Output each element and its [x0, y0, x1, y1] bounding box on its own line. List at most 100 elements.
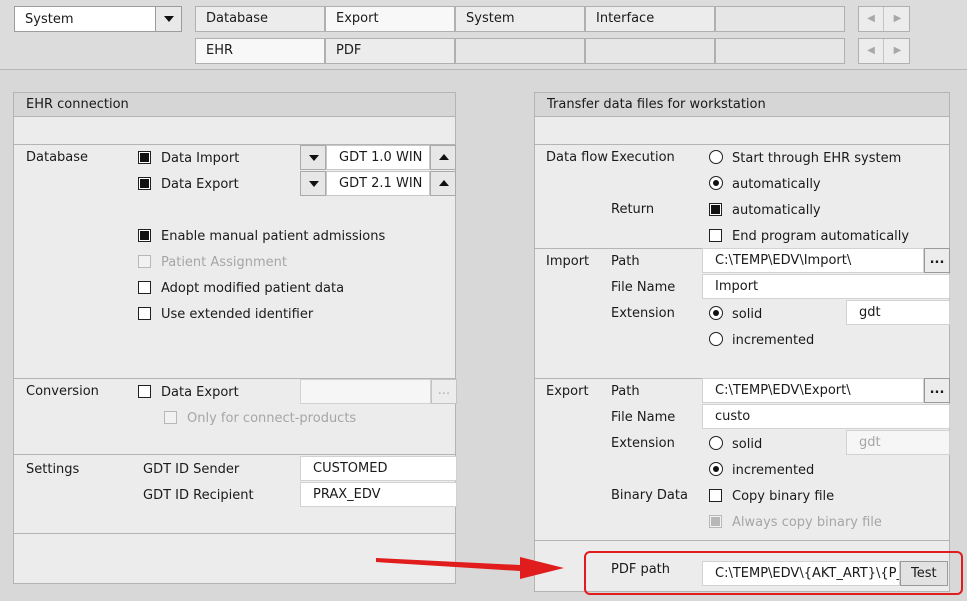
conversion-data-export-checkbox[interactable] — [138, 385, 151, 398]
import-file-name-label: File Name — [611, 280, 676, 295]
enable-manual-label: Enable manual patient admissions — [161, 229, 386, 244]
import-browse-button[interactable]: ... — [924, 248, 950, 273]
ehr-connection-panel: EHR connection Database Data Import GDT … — [13, 92, 457, 584]
use-extended-label: Use extended identifier — [161, 307, 314, 322]
chevron-up-icon — [439, 154, 449, 160]
system-select-dropdown-button[interactable] — [155, 7, 181, 31]
only-connect-checkbox[interactable] — [164, 411, 177, 424]
chevron-down-icon — [309, 155, 319, 161]
panel-title: Transfer data files for workstation — [535, 93, 949, 117]
data-import-format-field[interactable]: GDT 1.0 WIN — [326, 145, 430, 170]
import-path-field[interactable]: C:\TEMP\EDV\Import\ — [702, 248, 924, 273]
copy-binary-label: Copy binary file — [732, 489, 835, 504]
end-program-label: End program automatically — [732, 229, 910, 244]
patient-assignment-checkbox[interactable] — [138, 255, 151, 268]
top-toolbar: System Database Export System Interface … — [0, 0, 967, 70]
data-export-format-up-button[interactable] — [430, 171, 456, 196]
conversion-browse-button[interactable]: ... — [431, 379, 457, 404]
tab-empty — [455, 38, 585, 64]
pdf-path-highlight — [584, 551, 963, 595]
import-path-label: Path — [611, 254, 640, 269]
database-label: Database — [26, 150, 89, 165]
import-label: Import — [546, 254, 590, 269]
return-automatically-checkbox[interactable] — [709, 203, 722, 216]
export-browse-button[interactable]: ... — [924, 378, 950, 403]
use-extended-checkbox[interactable] — [138, 307, 151, 320]
import-solid-radio[interactable] — [709, 306, 723, 320]
execution-label: Execution — [611, 150, 675, 165]
data-import-format-up-button[interactable] — [430, 145, 456, 170]
chevron-down-icon — [164, 16, 174, 22]
execution-automatically-label: automatically — [732, 177, 821, 192]
export-extension-label: Extension — [611, 436, 675, 451]
tab-interface[interactable]: Interface — [585, 6, 715, 32]
copy-binary-checkbox[interactable] — [709, 489, 722, 502]
export-path-field[interactable]: C:\TEMP\EDV\Export\ — [702, 378, 924, 403]
tab-system[interactable]: System — [455, 6, 585, 32]
import-file-name-field[interactable]: Import — [702, 274, 950, 299]
import-incremented-radio[interactable] — [709, 332, 723, 346]
data-import-format-down-button[interactable] — [300, 145, 326, 170]
enable-manual-checkbox[interactable] — [138, 229, 151, 242]
divider — [535, 144, 949, 145]
gdt-sender-field[interactable]: CUSTOMED — [300, 456, 457, 481]
tab-pdf[interactable]: PDF — [325, 38, 455, 64]
tab-database[interactable]: Database — [195, 6, 325, 32]
data-import-checkbox[interactable] — [138, 151, 151, 164]
export-incremented-label: incremented — [732, 463, 815, 478]
export-label: Export — [546, 384, 589, 399]
panel-title: EHR connection — [14, 93, 455, 117]
scroll-left-icon[interactable]: ◀ — [859, 39, 884, 63]
export-solid-label: solid — [732, 437, 763, 452]
execution-automatically-radio[interactable] — [709, 176, 723, 190]
export-extension-field[interactable]: gdt — [846, 430, 950, 455]
scroll-left-icon[interactable]: ◀ — [859, 7, 884, 31]
binary-data-label: Binary Data — [611, 488, 688, 503]
chevron-down-icon — [309, 181, 319, 187]
export-file-name-label: File Name — [611, 410, 676, 425]
annotation-arrow-icon — [376, 557, 564, 579]
tab-ehr[interactable]: EHR — [195, 38, 325, 64]
adopt-modified-checkbox[interactable] — [138, 281, 151, 294]
gdt-recipient-label: GDT ID Recipient — [143, 488, 254, 503]
import-extension-label: Extension — [611, 306, 675, 321]
gdt-sender-label: GDT ID Sender — [143, 462, 240, 477]
gdt-recipient-field[interactable]: PRAX_EDV — [300, 482, 457, 507]
system-select-value: System — [25, 12, 74, 27]
tab-scroll-buttons[interactable]: ◀ ▶ — [858, 6, 910, 32]
data-flow-label: Data flow — [546, 150, 608, 165]
start-through-radio[interactable] — [709, 150, 723, 164]
import-incremented-label: incremented — [732, 333, 815, 348]
data-export-format-down-button[interactable] — [300, 171, 326, 196]
conversion-path-field[interactable] — [300, 379, 431, 404]
data-export-format-field[interactable]: GDT 2.1 WIN — [326, 171, 430, 196]
tab-empty — [715, 38, 845, 64]
transfer-data-panel: Transfer data files for workstation Data… — [534, 92, 950, 592]
divider — [535, 540, 949, 541]
scroll-right-icon[interactable]: ▶ — [885, 39, 910, 63]
import-extension-field[interactable]: gdt — [846, 300, 950, 325]
settings-label: Settings — [26, 462, 80, 477]
patient-assignment-label: Patient Assignment — [161, 255, 287, 270]
return-label: Return — [611, 202, 655, 217]
data-export-label: Data Export — [161, 177, 239, 192]
data-export-checkbox[interactable] — [138, 177, 151, 190]
end-program-checkbox[interactable] — [709, 229, 722, 242]
scroll-right-icon[interactable]: ▶ — [885, 7, 910, 31]
chevron-up-icon — [439, 180, 449, 186]
divider — [14, 533, 455, 534]
tab-empty — [585, 38, 715, 64]
tab-scroll-buttons[interactable]: ◀ ▶ — [858, 38, 910, 64]
divider — [14, 454, 455, 455]
system-select[interactable]: System — [14, 6, 182, 32]
always-copy-binary-label: Always copy binary file — [732, 515, 882, 530]
tab-empty — [715, 6, 845, 32]
export-solid-radio[interactable] — [709, 436, 723, 450]
conversion-label: Conversion — [26, 384, 99, 399]
export-file-name-field[interactable]: custo — [702, 404, 950, 429]
always-copy-binary-checkbox[interactable] — [709, 515, 722, 528]
export-incremented-radio[interactable] — [709, 462, 723, 476]
import-solid-label: solid — [732, 307, 763, 322]
start-through-label: Start through EHR system — [732, 151, 902, 166]
tab-export[interactable]: Export — [325, 6, 455, 32]
